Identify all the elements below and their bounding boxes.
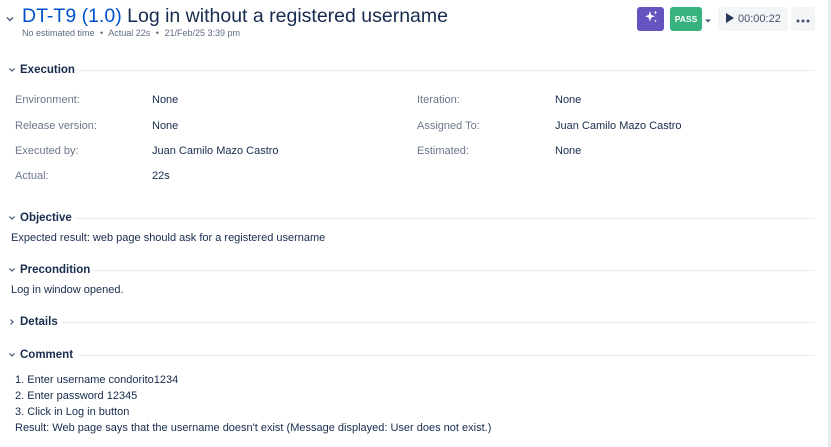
divider bbox=[78, 355, 815, 356]
release-version-label: Release version: bbox=[15, 120, 97, 132]
divider bbox=[62, 322, 815, 323]
section-title-comment: Comment bbox=[20, 349, 74, 361]
more-icon bbox=[796, 10, 810, 28]
execution-meta: No estimated time • Actual 22s • 21/Feb/… bbox=[22, 28, 240, 38]
comment-line: 2. Enter password 12345 bbox=[15, 390, 138, 402]
environment-value[interactable]: None bbox=[152, 94, 178, 106]
section-comment-toggle[interactable]: Comment bbox=[8, 347, 73, 363]
chevron-right-icon bbox=[8, 313, 20, 331]
comment-line: 3. Click in Log in button bbox=[15, 406, 130, 418]
execution-date-text: 21/Feb/25 3:39 pm bbox=[164, 28, 240, 38]
chevron-down-icon bbox=[8, 209, 20, 227]
assigned-to-label: Assigned To: bbox=[417, 120, 480, 132]
executed-by-value[interactable]: Juan Camilo Mazo Castro bbox=[152, 145, 279, 157]
estimated-value[interactable]: None bbox=[555, 145, 581, 157]
divider bbox=[75, 70, 815, 71]
test-name: Log in without a registered username bbox=[127, 5, 448, 27]
separator-dot: • bbox=[100, 28, 104, 38]
chevron-down-icon bbox=[8, 346, 20, 364]
divider bbox=[92, 270, 815, 271]
executed-by-label: Executed by: bbox=[15, 145, 79, 157]
status-pass-button[interactable]: PASS bbox=[670, 7, 702, 31]
page-title: DT-T9 (1.0) Log in without a registered … bbox=[22, 5, 448, 28]
chevron-down-icon[interactable] bbox=[4, 12, 16, 24]
separator-dot: • bbox=[155, 28, 159, 38]
play-icon bbox=[724, 12, 738, 27]
section-title-precondition: Precondition bbox=[20, 264, 91, 276]
estimated-label: Estimated: bbox=[417, 145, 469, 157]
section-title-execution: Execution bbox=[20, 64, 75, 76]
comment-line: Result: Web page says that the username … bbox=[15, 422, 492, 434]
test-key[interactable]: DT-T9 bbox=[22, 5, 76, 27]
section-details-toggle[interactable]: Details bbox=[8, 314, 58, 330]
actual-time-text: Actual 22s bbox=[108, 28, 151, 38]
release-version-value[interactable]: None bbox=[152, 120, 178, 132]
estimated-time-text: No estimated time bbox=[22, 28, 95, 38]
actual-value[interactable]: 22s bbox=[152, 170, 170, 182]
chevron-down-icon bbox=[8, 61, 20, 79]
divider bbox=[75, 218, 815, 219]
objective-text: Expected result: web page should ask for… bbox=[11, 232, 326, 244]
test-execution-header: DT-T9 (1.0) Log in without a registered … bbox=[0, 0, 828, 44]
iteration-value[interactable]: None bbox=[555, 94, 581, 106]
comment-line: 1. Enter username condorito1234 bbox=[15, 374, 179, 386]
test-version: (1.0) bbox=[81, 5, 122, 27]
actual-label: Actual: bbox=[15, 170, 49, 182]
environment-label: Environment: bbox=[15, 94, 80, 106]
chevron-down-icon bbox=[8, 261, 20, 279]
sparkle-icon bbox=[643, 9, 659, 30]
status-dropdown-chevron-icon[interactable] bbox=[703, 13, 713, 23]
ai-assist-button[interactable] bbox=[637, 7, 664, 31]
section-objective-toggle[interactable]: Objective bbox=[8, 210, 72, 226]
section-precondition-toggle[interactable]: Precondition bbox=[8, 262, 90, 278]
iteration-label: Iteration: bbox=[417, 94, 460, 106]
precondition-text: Log in window opened. bbox=[11, 284, 124, 296]
section-title-objective: Objective bbox=[20, 212, 72, 224]
more-actions-button[interactable] bbox=[791, 7, 815, 31]
timer-value: 00:00:22 bbox=[738, 13, 781, 25]
timer-button[interactable]: 00:00:22 bbox=[718, 7, 788, 31]
assigned-to-value[interactable]: Juan Camilo Mazo Castro bbox=[555, 120, 682, 132]
section-execution-toggle[interactable]: Execution bbox=[8, 62, 75, 78]
section-title-details: Details bbox=[20, 316, 58, 328]
